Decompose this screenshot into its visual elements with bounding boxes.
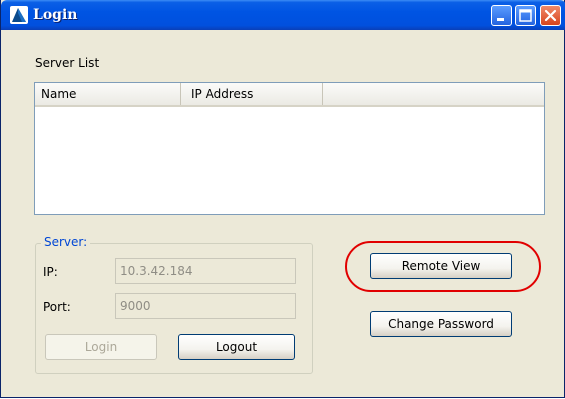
server-list[interactable]: Name IP Address — [34, 82, 545, 215]
window-title: Login — [33, 7, 78, 23]
change-password-button[interactable]: Change Password — [370, 311, 512, 337]
title-bar[interactable]: Login — [1, 0, 565, 30]
app-logo-icon — [10, 6, 28, 24]
login-window: Login Server List Name IP Address Server… — [0, 0, 565, 398]
server-list-header: Name IP Address — [35, 83, 544, 107]
port-field[interactable]: 9000 — [115, 293, 296, 319]
close-button[interactable] — [540, 5, 561, 26]
column-header-name[interactable]: Name — [35, 83, 181, 105]
minimize-icon — [497, 18, 504, 21]
close-icon — [544, 9, 557, 22]
maximize-button[interactable] — [515, 5, 536, 26]
remote-view-button[interactable]: Remote View — [370, 253, 512, 279]
ip-label: IP: — [43, 265, 58, 279]
port-label: Port: — [43, 300, 71, 314]
server-group-label: Server: — [41, 235, 91, 249]
logout-button[interactable]: Logout — [178, 334, 295, 360]
column-header-ip-address[interactable]: IP Address — [181, 83, 323, 105]
server-list-label: Server List — [35, 56, 100, 70]
login-button[interactable]: Login — [45, 334, 157, 360]
ip-field[interactable]: 10.3.42.184 — [115, 258, 296, 284]
maximize-icon — [519, 9, 532, 22]
minimize-button[interactable] — [491, 5, 512, 26]
